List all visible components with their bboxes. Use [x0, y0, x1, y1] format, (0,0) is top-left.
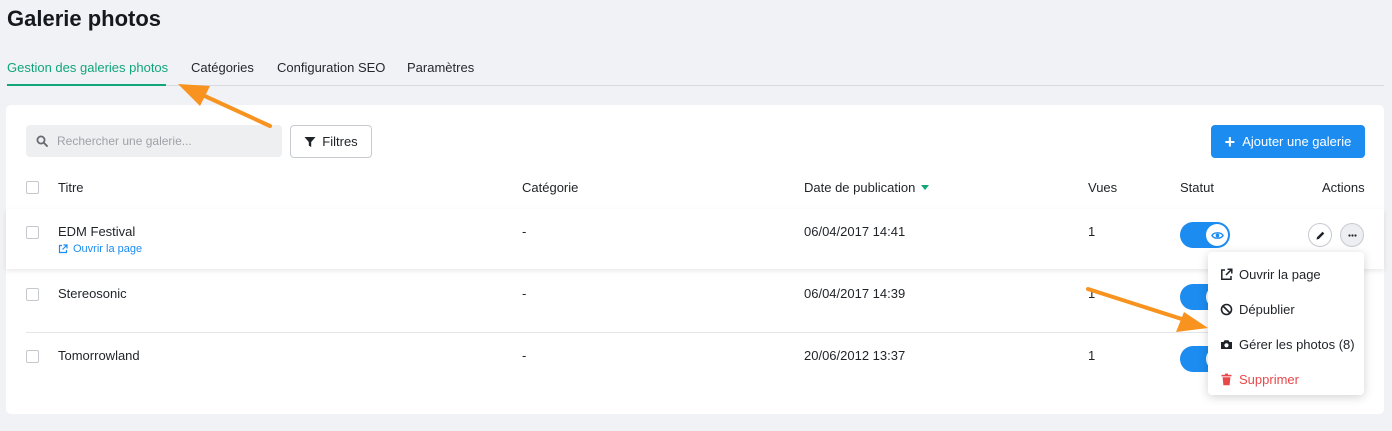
- search-box[interactable]: [26, 125, 282, 157]
- filters-button-label: Filtres: [322, 134, 358, 149]
- tab-bar: Gestion des galeries photos Catégories C…: [7, 50, 1384, 86]
- tab-gallery-management[interactable]: Gestion des galeries photos: [7, 60, 168, 75]
- publication-date: 06/04/2017 14:41: [804, 224, 906, 239]
- column-header-date[interactable]: Date de publication: [804, 180, 930, 195]
- menu-item-unpublish[interactable]: Dépublier: [1220, 302, 1295, 317]
- menu-item-delete[interactable]: Supprimer: [1220, 372, 1299, 387]
- column-header-actions: Actions: [1322, 180, 1365, 195]
- external-link-icon: [1221, 268, 1233, 280]
- menu-item-label: Supprimer: [1239, 372, 1299, 387]
- trash-icon: [1221, 373, 1232, 386]
- open-page-link-label: Ouvrir la page: [73, 243, 143, 255]
- active-tab-indicator: [7, 84, 166, 86]
- row-checkbox[interactable]: [26, 350, 39, 363]
- search-input[interactable]: [57, 134, 277, 148]
- row-checkbox[interactable]: [26, 226, 39, 239]
- view-count: 1: [1088, 348, 1096, 363]
- page-title: Galerie photos: [7, 6, 162, 31]
- tab-seo-configuration[interactable]: Configuration SEO: [277, 60, 385, 75]
- menu-item-label: Gérer les photos (8): [1239, 337, 1355, 352]
- gallery-title[interactable]: EDM Festival: [58, 224, 135, 239]
- plus-icon: +: [1224, 131, 1236, 152]
- row-checkbox[interactable]: [26, 288, 39, 301]
- add-gallery-button-label: Ajouter une galerie: [1242, 134, 1352, 149]
- menu-item-open-page[interactable]: Ouvrir la page: [1220, 267, 1321, 282]
- row-divider: [26, 332, 1364, 333]
- menu-item-label: Dépublier: [1239, 302, 1295, 317]
- column-header-status: Statut: [1180, 180, 1214, 195]
- ellipsis-icon: [1347, 233, 1357, 237]
- gallery-category: -: [522, 224, 527, 239]
- tab-settings[interactable]: Paramètres: [407, 60, 474, 75]
- select-all-checkbox[interactable]: [26, 181, 39, 194]
- gallery-list-card: Filtres + Ajouter une galerie Titre Caté…: [6, 105, 1384, 414]
- publication-date: 20/06/2012 13:37: [804, 348, 906, 363]
- column-header-category[interactable]: Catégorie: [522, 180, 578, 195]
- external-link-icon: [58, 244, 68, 254]
- more-actions-button[interactable]: [1340, 223, 1364, 247]
- eye-icon: [1210, 231, 1224, 239]
- edit-button[interactable]: [1308, 223, 1332, 247]
- publish-toggle[interactable]: [1180, 222, 1230, 248]
- table-row[interactable]: EDM Festival Ouvrir la page - 06/04/2017…: [6, 209, 1384, 269]
- search-icon: [36, 135, 48, 147]
- filters-button[interactable]: Filtres: [290, 125, 372, 158]
- open-page-link[interactable]: Ouvrir la page: [58, 243, 142, 255]
- sort-desc-icon: [921, 185, 930, 190]
- gallery-category: -: [522, 286, 527, 301]
- tab-categories[interactable]: Catégories: [191, 60, 254, 75]
- column-header-title[interactable]: Titre: [58, 180, 84, 195]
- add-gallery-button[interactable]: + Ajouter une galerie: [1211, 125, 1365, 158]
- gallery-category: -: [522, 348, 527, 363]
- gallery-title[interactable]: Tomorrowland: [58, 348, 140, 363]
- view-count: 1: [1088, 224, 1096, 239]
- column-header-views[interactable]: Vues: [1088, 180, 1117, 195]
- toggle-knob: [1206, 224, 1228, 246]
- menu-item-manage-photos[interactable]: Gérer les photos (8): [1220, 337, 1355, 352]
- view-count: 1: [1088, 286, 1096, 301]
- gallery-title[interactable]: Stereosonic: [58, 286, 127, 301]
- camera-icon: [1221, 340, 1232, 349]
- ban-icon: [1220, 303, 1233, 316]
- actions-dropdown-menu: Ouvrir la page Dépublier Gérer les photo…: [1208, 252, 1364, 395]
- column-header-date-label: Date de publication: [804, 180, 916, 195]
- publication-date: 06/04/2017 14:39: [804, 286, 906, 301]
- menu-item-label: Ouvrir la page: [1239, 267, 1321, 282]
- pencil-icon: [1316, 231, 1324, 239]
- filter-icon: [304, 136, 316, 147]
